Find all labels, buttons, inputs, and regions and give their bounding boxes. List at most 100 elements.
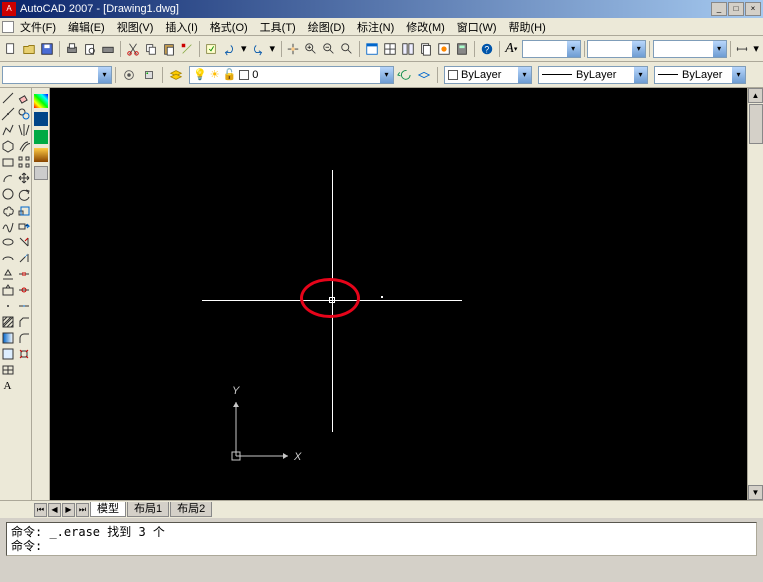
- preview-icon[interactable]: [82, 40, 98, 58]
- scale-icon[interactable]: [17, 203, 31, 217]
- maximize-button[interactable]: □: [728, 2, 744, 16]
- workspace-combo[interactable]: ▾: [2, 66, 112, 84]
- menu-window[interactable]: 窗口(W): [451, 19, 503, 35]
- undo-icon[interactable]: [221, 40, 237, 58]
- copy-icon[interactable]: [143, 40, 159, 58]
- offset-icon[interactable]: [17, 139, 31, 153]
- menu-view[interactable]: 视图(V): [111, 19, 160, 35]
- join-icon[interactable]: [17, 299, 31, 313]
- region-icon[interactable]: [1, 347, 15, 361]
- break-icon[interactable]: [17, 267, 31, 281]
- arc-icon[interactable]: [1, 171, 15, 185]
- extend-icon[interactable]: [17, 251, 31, 265]
- chamfer-icon[interactable]: [17, 315, 31, 329]
- mtext-icon[interactable]: A: [1, 379, 15, 393]
- tab-first-icon[interactable]: ⏮: [34, 503, 47, 517]
- stretch-icon[interactable]: [17, 219, 31, 233]
- color-combo[interactable]: ByLayer ▾: [444, 66, 532, 84]
- scroll-thumb[interactable]: [749, 104, 763, 144]
- minimize-button[interactable]: _: [711, 2, 727, 16]
- table-icon[interactable]: [1, 363, 15, 377]
- aux-icon-2[interactable]: [34, 112, 48, 126]
- layer-prev-icon[interactable]: [395, 66, 413, 84]
- block-editor-icon[interactable]: [203, 40, 219, 58]
- publish-icon[interactable]: [100, 40, 116, 58]
- ws-settings-icon[interactable]: [120, 66, 138, 84]
- ellipse-icon[interactable]: [1, 235, 15, 249]
- style-combo[interactable]: ▾: [522, 40, 581, 58]
- rotate-icon[interactable]: [17, 187, 31, 201]
- linetype-combo[interactable]: ByLayer ▾: [538, 66, 648, 84]
- gradient-icon[interactable]: [1, 331, 15, 345]
- tool-palettes-icon[interactable]: [400, 40, 416, 58]
- spline-icon[interactable]: [1, 219, 15, 233]
- design-center-icon[interactable]: [382, 40, 398, 58]
- menu-draw[interactable]: 绘图(D): [302, 19, 351, 35]
- break-at-icon[interactable]: [17, 283, 31, 297]
- menu-tools[interactable]: 工具(T): [254, 19, 302, 35]
- paste-icon[interactable]: [161, 40, 177, 58]
- aux-icon-5[interactable]: [34, 166, 48, 180]
- rectangle-icon[interactable]: [1, 155, 15, 169]
- hatch-icon[interactable]: [1, 315, 15, 329]
- layer-props-icon[interactable]: [167, 66, 185, 84]
- aux-icon-1[interactable]: [34, 94, 48, 108]
- menu-insert[interactable]: 插入(I): [159, 19, 203, 35]
- cut-icon[interactable]: [125, 40, 141, 58]
- xline-icon[interactable]: [1, 107, 15, 121]
- ellipse-arc-icon[interactable]: [1, 251, 15, 265]
- tab-layout1[interactable]: 布局1: [127, 502, 169, 517]
- dim-linear-icon[interactable]: [734, 40, 750, 58]
- fillet-icon[interactable]: [17, 331, 31, 345]
- dim-dropdown-icon[interactable]: ▾: [752, 40, 760, 58]
- block-icon[interactable]: [1, 283, 15, 297]
- save-icon[interactable]: [39, 40, 55, 58]
- tab-layout2[interactable]: 布局2: [170, 502, 212, 517]
- new-icon[interactable]: [3, 40, 19, 58]
- aux-icon-4[interactable]: [34, 148, 48, 162]
- mirror-icon[interactable]: [17, 123, 31, 137]
- menu-file[interactable]: 文件(F): [14, 19, 62, 35]
- scroll-up-icon[interactable]: ▲: [748, 88, 763, 103]
- matchprop-icon[interactable]: [179, 40, 195, 58]
- open-icon[interactable]: [21, 40, 37, 58]
- zoom-realtime-icon[interactable]: [303, 40, 319, 58]
- zoom-window-icon[interactable]: [339, 40, 355, 58]
- menu-dimension[interactable]: 标注(N): [351, 19, 400, 35]
- menu-edit[interactable]: 编辑(E): [62, 19, 111, 35]
- zoom-previous-icon[interactable]: [321, 40, 337, 58]
- drawing-area[interactable]: X Y ▲ ▼: [50, 88, 763, 500]
- revcloud-icon[interactable]: [1, 203, 15, 217]
- lineweight-combo[interactable]: ByLayer ▾: [654, 66, 746, 84]
- layer-combo[interactable]: 💡 ☀ 🔓 0 ▾: [189, 66, 394, 84]
- polygon-icon[interactable]: [1, 139, 15, 153]
- point-icon[interactable]: [1, 299, 15, 313]
- command-window[interactable]: 命令: _.erase 找到 3 个 命令:: [6, 522, 757, 556]
- tab-next-icon[interactable]: ▶: [62, 503, 75, 517]
- insert-icon[interactable]: [1, 267, 15, 281]
- scroll-down-icon[interactable]: ▼: [748, 485, 763, 500]
- array-icon[interactable]: [17, 155, 31, 169]
- sheet-set-icon[interactable]: [418, 40, 434, 58]
- tblstyle-combo[interactable]: ▾: [653, 40, 727, 58]
- textstyle-icon[interactable]: A▾: [504, 40, 519, 58]
- menu-help[interactable]: 帮助(H): [503, 19, 552, 35]
- calc-icon[interactable]: [454, 40, 470, 58]
- undo-dropdown-icon[interactable]: ▾: [239, 40, 248, 58]
- redo-dropdown-icon[interactable]: ▾: [268, 40, 277, 58]
- line-icon[interactable]: [1, 91, 15, 105]
- properties-icon[interactable]: [364, 40, 380, 58]
- ws-lock-icon[interactable]: [140, 66, 158, 84]
- layer-iso-icon[interactable]: [415, 66, 433, 84]
- menu-modify[interactable]: 修改(M): [400, 19, 451, 35]
- tab-prev-icon[interactable]: ◀: [48, 503, 61, 517]
- circle-icon[interactable]: [1, 187, 15, 201]
- copy-obj-icon[interactable]: [17, 107, 31, 121]
- trim-icon[interactable]: [17, 235, 31, 249]
- menu-format[interactable]: 格式(O): [204, 19, 254, 35]
- print-icon[interactable]: [64, 40, 80, 58]
- tab-last-icon[interactable]: ⏭: [76, 503, 89, 517]
- markup-icon[interactable]: [436, 40, 452, 58]
- explode-icon[interactable]: [17, 347, 31, 361]
- tab-model[interactable]: 模型: [90, 502, 126, 517]
